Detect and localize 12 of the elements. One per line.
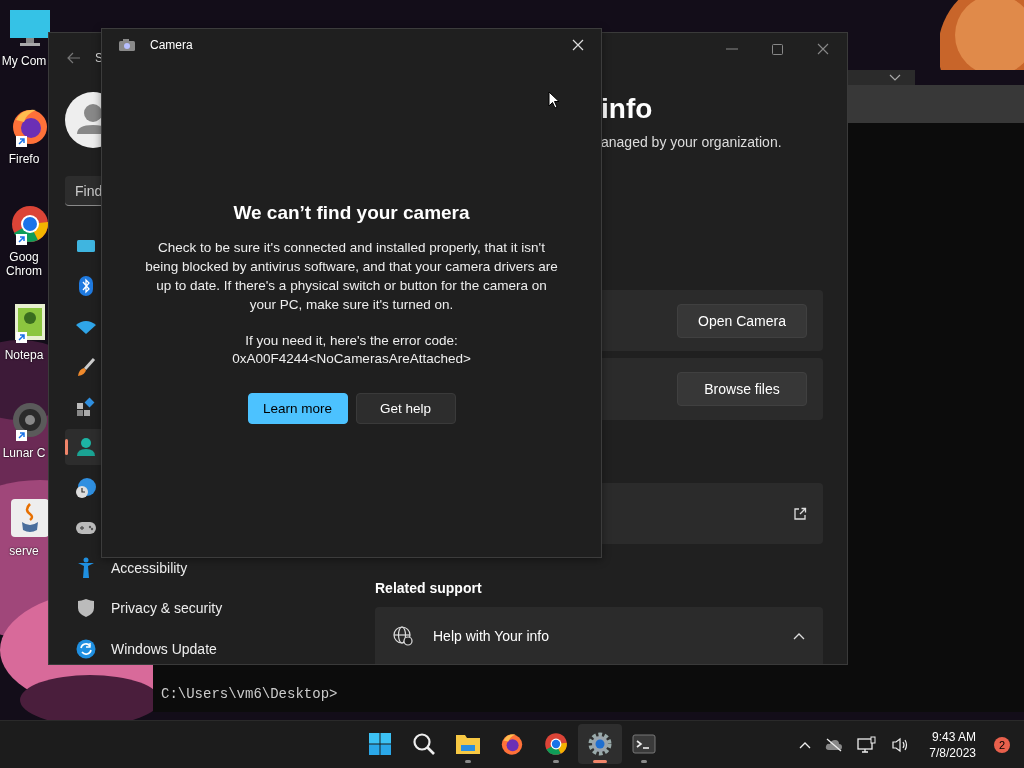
dialog-heading: We can’t find your camera — [233, 201, 470, 225]
dialog-message: Check to be sure it's connected and installed properly, that it isn't being blocked by antivirus software, and that your camera drivers are up to date. If there's a physical switch or button for the camera on your PC, make sure it's turned on. — [144, 239, 559, 314]
page-heading: info — [601, 92, 653, 126]
error-intro: If you need it, here's the error code: — [245, 332, 458, 350]
command-prompt: C:\Users\vm6\Desktop> — [161, 686, 338, 702]
date-text: 7/8/2023 — [929, 744, 976, 761]
dialog-title: Camera — [150, 38, 193, 52]
section-heading: Related support — [375, 579, 483, 598]
error-code: 0xA00F4244<NoCamerasAreAttached> — [232, 350, 471, 368]
page-subtitle: anaged by your organization. — [601, 133, 782, 152]
expander-label: Help with Your info — [433, 627, 549, 644]
time-text: 9:43 AM — [931, 728, 976, 745]
